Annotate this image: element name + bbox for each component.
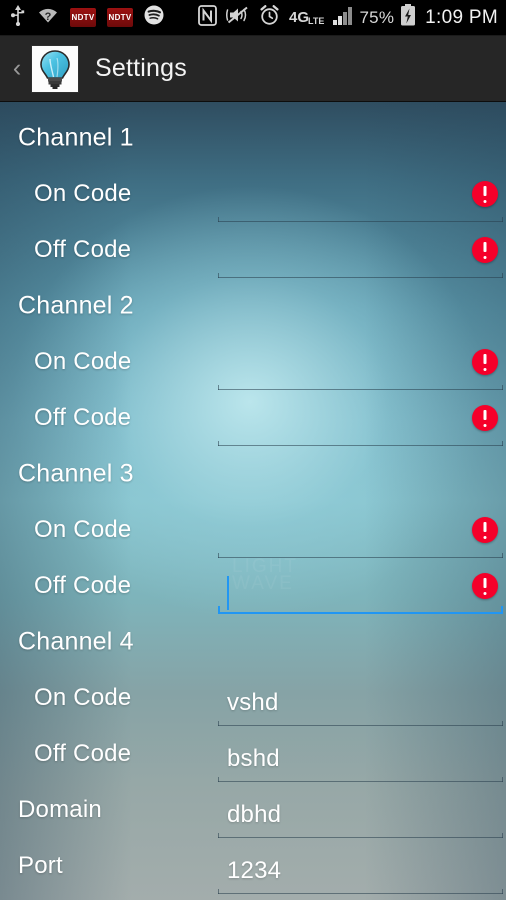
field-value: vshd (227, 689, 279, 716)
section-label: Channel 1 (18, 123, 134, 152)
form-row-off-code: Off Code bshd (0, 726, 506, 782)
exclamation-dot (483, 592, 487, 595)
section-header-channel-4: Channel 4 (0, 614, 506, 670)
field-label: On Code (34, 516, 132, 543)
text-input-on-code[interactable]: vshd (218, 680, 503, 726)
error-icon[interactable] (472, 237, 498, 263)
error-icon[interactable] (472, 181, 498, 207)
svg-text:?: ? (45, 11, 52, 23)
input-underline (218, 273, 503, 278)
field-label: Off Code (34, 572, 132, 599)
exclamation-dot (483, 200, 487, 203)
section-label: Channel 3 (18, 459, 134, 488)
field-label: Off Code (34, 740, 132, 767)
battery-charging-icon (400, 4, 416, 31)
section-label: Channel 2 (18, 291, 134, 320)
back-button[interactable]: ‹ (5, 56, 29, 81)
phone-screen: ? NDTV NDTV 4G LTE 75% 1:09 PM ‹ Setting… (0, 0, 506, 900)
action-bar: ‹ Settings (0, 36, 506, 102)
exclamation-dot (483, 424, 487, 427)
mute-vibrate-icon (226, 5, 250, 30)
field-value: bshd (227, 745, 280, 772)
battery-percent-label: 75% (359, 7, 395, 27)
lte-4g-icon: 4G LTE (289, 9, 324, 26)
ndtv-icon-2: NDTV (107, 8, 133, 27)
form-row-domain: Domain dbhd (0, 782, 506, 838)
spotify-icon (144, 5, 164, 30)
exclamation-stroke (483, 410, 487, 420)
input-underline (218, 553, 503, 558)
usb-icon (10, 4, 26, 31)
exclamation-dot (483, 368, 487, 371)
form-row-off-code: Off Code (0, 558, 506, 614)
text-input-port[interactable]: 1234 (218, 848, 503, 894)
exclamation-stroke (483, 522, 487, 532)
form-row-off-code: Off Code (0, 390, 506, 446)
input-underline (218, 777, 503, 782)
field-label: Off Code (34, 236, 132, 263)
error-icon[interactable] (472, 405, 498, 431)
input-underline (218, 606, 503, 614)
text-input-on-code[interactable] (218, 512, 503, 558)
section-header-channel-3: Channel 3 (0, 446, 506, 502)
lte-4g-top-label: 4G (289, 9, 310, 26)
input-underline (218, 833, 503, 838)
input-underline (218, 441, 503, 446)
text-input-off-code[interactable]: bshd (218, 736, 503, 782)
input-underline (218, 721, 503, 726)
exclamation-stroke (483, 578, 487, 588)
field-label: Port (18, 852, 63, 879)
exclamation-stroke (483, 354, 487, 364)
error-icon[interactable] (472, 573, 498, 599)
status-bar: ? NDTV NDTV 4G LTE 75% 1:09 PM (0, 0, 506, 36)
clock-label: 1:09 PM (425, 6, 498, 28)
field-value: 1234 (227, 857, 282, 884)
input-underline (218, 889, 503, 894)
form-row-port: Port 1234 (0, 838, 506, 894)
ndtv-icon-1: NDTV (70, 8, 96, 27)
section-header-channel-1: Channel 1 (0, 110, 506, 166)
form-row-off-code: Off Code (0, 222, 506, 278)
field-label: On Code (34, 348, 132, 375)
section-header-channel-2: Channel 2 (0, 278, 506, 334)
text-cursor (227, 576, 229, 610)
settings-form: LIGHT WAVE Channel 1 On Code Off Code Chann… (0, 102, 506, 900)
form-row-on-code: On Code (0, 166, 506, 222)
exclamation-stroke (483, 186, 487, 196)
signal-bars-icon (333, 5, 355, 30)
lte-4g-bottom-label: LTE (308, 16, 325, 26)
field-label: On Code (34, 684, 132, 711)
field-value: dbhd (227, 801, 282, 828)
field-label: Domain (18, 796, 102, 823)
form-row-on-code: On Code (0, 334, 506, 390)
text-input-off-code[interactable] (218, 232, 503, 278)
wifi-question-icon: ? (37, 6, 59, 29)
text-input-on-code[interactable] (218, 176, 503, 222)
form-row-on-code: On Code vshd (0, 670, 506, 726)
input-underline (218, 217, 503, 222)
exclamation-dot (483, 536, 487, 539)
form-row-on-code: On Code (0, 502, 506, 558)
section-label: Channel 4 (18, 627, 134, 656)
exclamation-dot (483, 256, 487, 259)
field-label: On Code (34, 180, 132, 207)
error-icon[interactable] (472, 517, 498, 543)
text-input-domain[interactable]: dbhd (218, 792, 503, 838)
field-label: Off Code (34, 404, 132, 431)
input-underline (218, 385, 503, 390)
error-icon[interactable] (472, 349, 498, 375)
text-input-off-code[interactable] (218, 400, 503, 446)
nfc-icon (198, 4, 217, 31)
lightbulb-icon (31, 44, 79, 93)
exclamation-stroke (483, 242, 487, 252)
alarm-clock-icon (259, 4, 280, 31)
text-input-on-code[interactable] (218, 344, 503, 390)
page-title: Settings (95, 54, 187, 82)
text-input-off-code[interactable] (218, 568, 503, 614)
